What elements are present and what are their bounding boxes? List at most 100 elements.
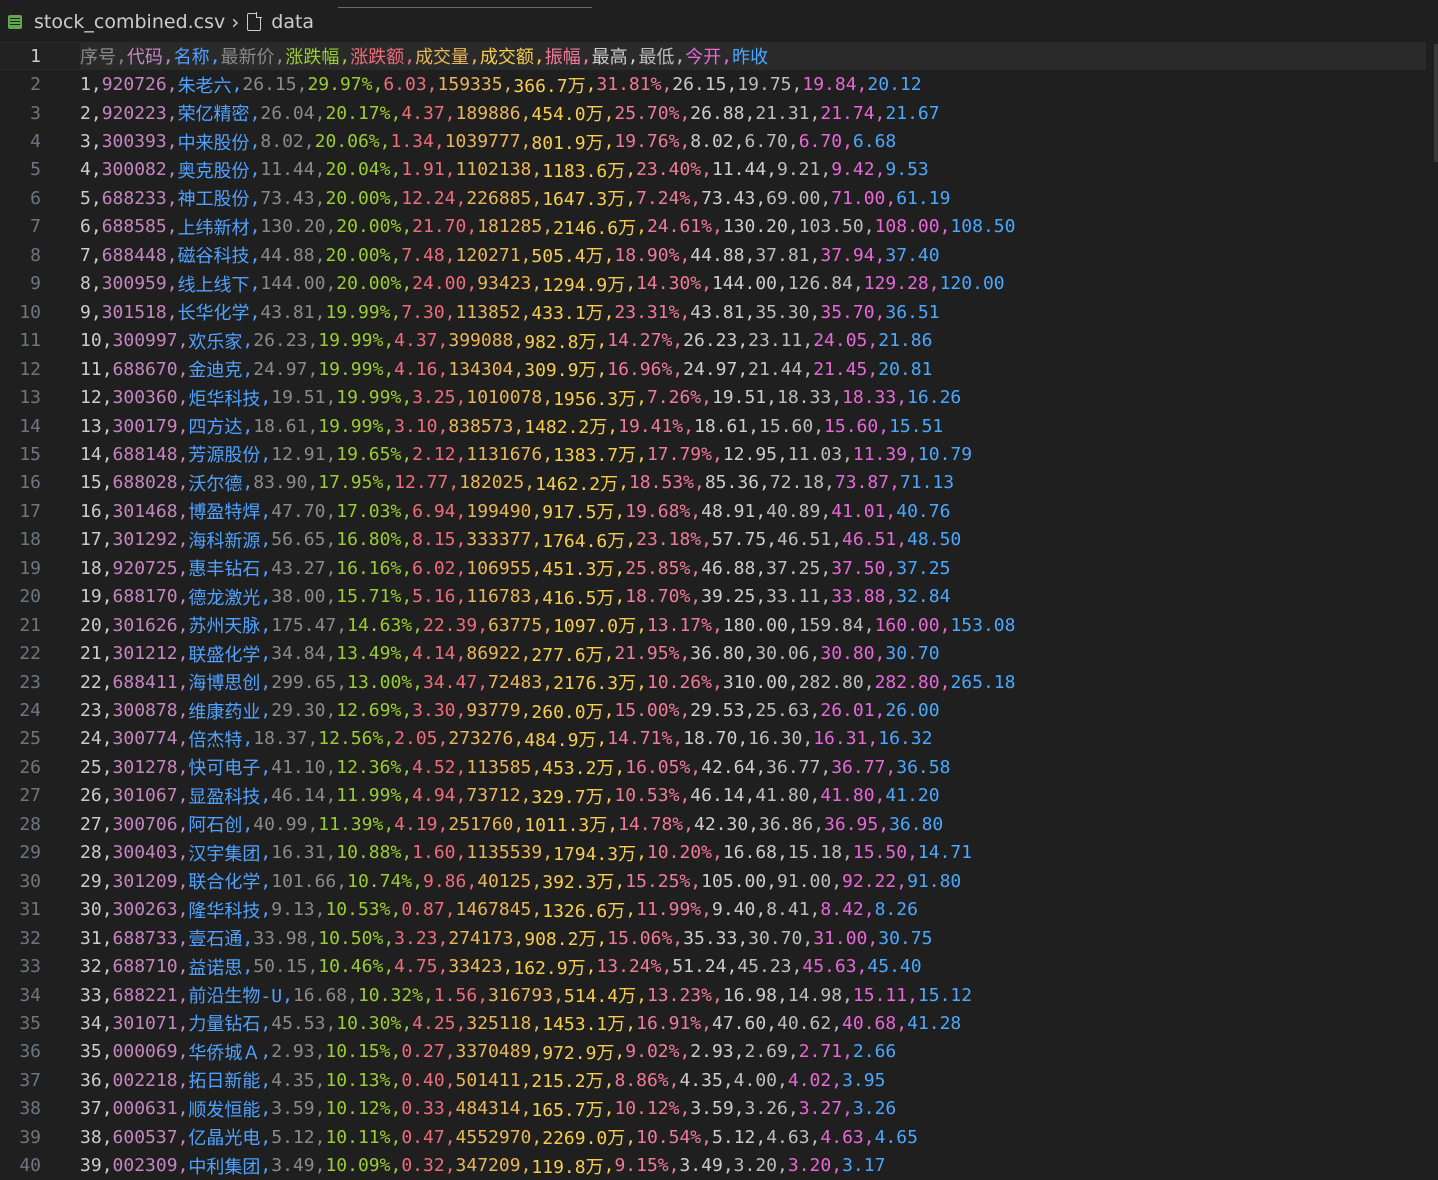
editor-line[interactable]: 27 26, 301067, 显盈科技, 46.14, 11.99%, 4.94, 73712…	[0, 782, 1426, 810]
editor-line[interactable]: 7 6, 688585, 上纬新材, 130.20, 20.00%, 21.70, 18128…	[0, 213, 1426, 241]
csv-delimiter: ,	[260, 899, 272, 921]
csv-cell: 17.95%	[318, 472, 384, 494]
editor-line[interactable]: 4 3, 300393, 中来股份, 8.02, 20.06%, 1.34, 1039777,…	[0, 127, 1426, 155]
editor-line[interactable]: 24 23, 300878, 维康药业, 29.30, 12.69%, 3.30, 93779…	[0, 696, 1426, 724]
code-editor[interactable]: 1 序号, 代码, 名称, 最新价, 涨跌幅, 涨跌额, 成交量, 成交额, 振幅, 最高, 最低, 今…	[0, 42, 1438, 1178]
csv-delimiter: ,	[101, 358, 113, 380]
csv-delimiter: ,	[744, 244, 756, 266]
editor-line[interactable]: 16 15, 688028, 沃尔德, 83.90, 17.95%, 12.77, 18202…	[0, 469, 1426, 497]
editor-line[interactable]: 21 20, 301626, 苏州天脉, 175.47, 14.63%, 22.39, 637…	[0, 611, 1426, 639]
editor-line[interactable]: 3 2, 920223, 荣亿精密, 26.04, 20.17%, 4.37, 189886,…	[0, 99, 1426, 127]
csv-cell: 1956.3万	[553, 388, 637, 410]
editor-line[interactable]: 20 19, 688170, 德龙激光, 38.00, 15.71%, 5.16, 11678…	[0, 583, 1426, 611]
csv-delimiter: ,	[260, 1012, 272, 1034]
editor-line[interactable]: 11 10, 300997, 欢乐家, 26.23, 19.99%, 4.37, 399088…	[0, 327, 1426, 355]
editor-line[interactable]: 15 14, 688148, 芳源股份, 12.91, 19.65%, 2.12, 11316…	[0, 440, 1426, 468]
csv-cell: 36.77	[766, 756, 821, 778]
csv-delimiter: ,	[636, 842, 647, 864]
csv-cell: 47.60	[711, 1012, 767, 1034]
csv-cell: 91.80	[907, 870, 962, 892]
editor-line[interactable]: 13 12, 300360, 炬华科技, 19.51, 19.99%, 3.25, 10100…	[0, 383, 1426, 411]
editor-line[interactable]: 12 11, 688670, 金迪克, 24.97, 19.99%, 4.16, 134304…	[0, 355, 1426, 383]
breadcrumb-file[interactable]: stock_combined.csv	[8, 11, 225, 33]
editor-line[interactable]: 37 36, 002218, 拓日新能, 4.35, 10.13%, 0.40, 501411…	[0, 1066, 1426, 1094]
csv-cell: 392.3万	[542, 872, 615, 894]
editor-line[interactable]: 34 33, 688221, 前沿生物-U, 16.68, 10.32%, 1.56, 316…	[0, 981, 1426, 1009]
csv-cell: 93423	[477, 273, 532, 295]
csv-cell: 荣亿精密	[177, 104, 250, 126]
csv-cell: 18.33	[777, 387, 832, 409]
csv-delimiter: ,	[101, 443, 113, 465]
editor-line[interactable]: 22 21, 301212, 联盛化学, 34.84, 13.49%, 4.14, 86922…	[0, 639, 1426, 667]
csv-delimiter: ,	[809, 899, 821, 921]
editor-line[interactable]: 9 8, 300959, 线上线下, 144.00, 20.00%, 24.00, 93423…	[0, 270, 1426, 298]
csv-cell: 31.00	[813, 927, 868, 949]
csv-cell: 15.18	[787, 842, 843, 864]
editor-line[interactable]: 39 38, 600537, 亿晶光电, 5.12, 10.11%, 0.47, 455297…	[0, 1123, 1426, 1151]
csv-cell: 18.53%	[628, 472, 694, 494]
editor-line[interactable]: 18 17, 301292, 海科新源, 56.65, 16.80%, 8.15, 33337…	[0, 526, 1426, 554]
line-number: 31	[19, 899, 41, 921]
csv-cell: 61.19	[896, 187, 951, 209]
csv-delimiter: ,	[939, 671, 951, 693]
csv-delimiter: ,	[636, 984, 647, 1006]
csv-delimiter: ,	[842, 984, 853, 1006]
editor-line[interactable]: 30 29, 301209, 联合化学, 101.66, 10.74%, 9.86, 4012…	[0, 867, 1426, 895]
csv-delimiter: ,	[249, 187, 261, 209]
csv-cell: 13.24%	[596, 956, 662, 978]
editor-line[interactable]: 28 27, 300706, 阿石创, 40.99, 11.39%, 4.19, 251760…	[0, 810, 1426, 838]
editor-line[interactable]: 14 13, 300179, 四方达, 18.61, 19.99%, 3.10, 838573…	[0, 412, 1426, 440]
editor-line[interactable]: 17 16, 301468, 博盈特焊, 47.70, 17.03%, 6.94, 19949…	[0, 497, 1426, 525]
csv-delimiter: ,	[863, 614, 875, 636]
csv-cell: 19.75	[737, 74, 792, 96]
line-number: 14	[19, 415, 41, 437]
csv-cell: 24.97	[683, 358, 738, 380]
editor-line[interactable]: 40 39, 002309, 中利集团, 3.49, 10.09%, 0.32, 347209…	[0, 1152, 1426, 1180]
editor-line[interactable]: 25 24, 300774, 倍杰特, 18.37, 12.56%, 2.05, 273276…	[0, 725, 1426, 753]
csv-cell: 14.27%	[607, 330, 673, 352]
csv-cell: 2	[80, 102, 91, 124]
csv-cell: 46.51	[777, 529, 832, 551]
csv-delimiter: ,	[502, 956, 514, 978]
csv-cell: 69.00	[766, 187, 821, 209]
csv-delimiter: ,	[314, 187, 326, 209]
line-number: 38	[19, 1098, 41, 1120]
csv-cell: 9.86	[423, 870, 467, 892]
csv-delimiter: ,	[383, 472, 395, 494]
editor-line[interactable]: 6 5, 688233, 神工股份, 73.43, 20.00%, 12.24, 226885…	[0, 184, 1426, 212]
editor-line[interactable]: 33 32, 688710, 益诺思, 50.15, 10.46%, 4.75, 33423,…	[0, 952, 1426, 980]
csv-delimiter: ,	[863, 899, 875, 921]
editor-line[interactable]: 29 28, 300403, 汉宇集团, 16.31, 10.88%, 1.60, 11355…	[0, 839, 1426, 867]
csv-cell: 24	[80, 728, 102, 750]
scrollbar-thumb[interactable]	[1434, 44, 1438, 162]
csv-cell: 108.00	[874, 216, 940, 238]
csv-delimiter: ,	[455, 1012, 467, 1034]
editor-line[interactable]: 38 37, 000631, 顺发恒能, 3.59, 10.12%, 0.33, 484314…	[0, 1095, 1426, 1123]
csv-cell: 688221	[112, 984, 178, 1006]
csv-cell: 399088	[448, 330, 514, 352]
csv-cell: 16.96%	[607, 358, 673, 380]
csv-delimiter: ,	[744, 102, 756, 124]
editor-line[interactable]: 10 9, 301518, 长华化学, 43.81, 19.99%, 7.30, 113852…	[0, 298, 1426, 326]
editor-line[interactable]: 19 18, 920725, 惠丰钻石, 43.27, 16.16%, 6.02, 10695…	[0, 554, 1426, 582]
csv-delimiter: ,	[260, 756, 272, 778]
csv-delimiter: ,	[842, 131, 853, 153]
breadcrumb-symbol[interactable]: data	[247, 11, 314, 33]
csv-cell: 0.33	[401, 1098, 445, 1120]
editor-line[interactable]: 2 1, 920726, 朱老六, 26.15, 29.97%, 6.03, 159335, 3…	[0, 70, 1426, 98]
editor-line[interactable]: 1 序号, 代码, 名称, 最新价, 涨跌幅, 涨跌额, 成交量, 成交额, 振幅, 最高, 最低, 今…	[0, 42, 1426, 71]
editor-line[interactable]: 31 30, 300263, 隆华科技, 9.13, 10.53%, 0.87, 146784…	[0, 896, 1426, 924]
editor-line[interactable]: 35 34, 301071, 力量钻石, 45.53, 10.30%, 4.25, 32511…	[0, 1009, 1426, 1037]
editor-line[interactable]: 36 35, 000069, 华侨城Ａ, 2.93, 10.15%, 0.27, 337048…	[0, 1038, 1426, 1066]
editor-line[interactable]: 23 22, 688411, 海博思创, 299.65, 13.00%, 34.47, 724…	[0, 668, 1426, 696]
editor-line[interactable]: 8 7, 688448, 磁谷科技, 44.88, 20.00%, 7.48, 120271,…	[0, 241, 1426, 269]
csv-cell: 代码	[126, 47, 163, 69]
editor-line[interactable]: 26 25, 301278, 快可电子, 41.10, 12.36%, 4.52, 11358…	[0, 753, 1426, 781]
csv-cell: 涨跌幅	[285, 47, 340, 69]
editor-line[interactable]: 5 4, 300082, 奥克股份, 11.44, 20.04%, 1.91, 1102138…	[0, 156, 1426, 184]
csv-delimiter: ,	[748, 813, 760, 835]
csv-cell: 21.67	[885, 102, 940, 124]
csv-cell: 40.89	[766, 500, 821, 522]
editor-line[interactable]: 32 31, 688733, 壹石通, 33.98, 10.50%, 3.23, 274173…	[0, 924, 1426, 952]
line-text: 20, 301626, 苏州天脉, 175.47, 14.63%, 22.39, 63775…	[80, 611, 1426, 639]
